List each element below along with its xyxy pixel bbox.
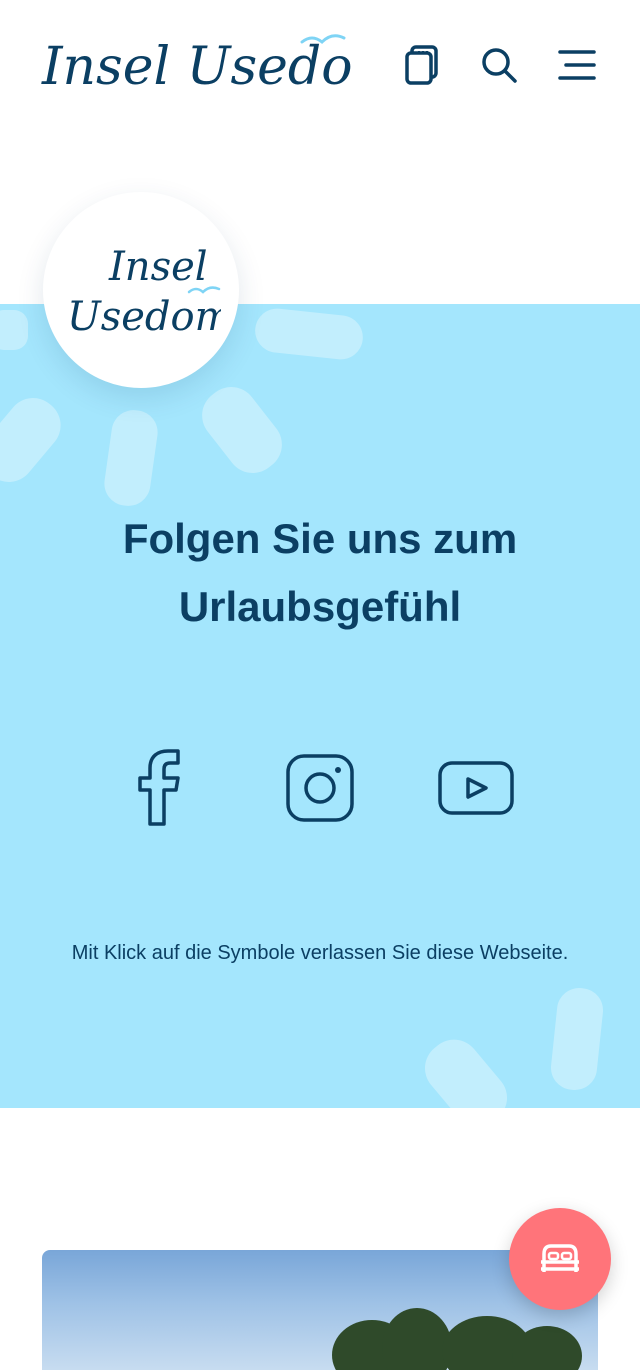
facebook-icon: [138, 749, 180, 826]
search-button[interactable]: [474, 40, 524, 90]
social-section: [0, 304, 640, 1108]
sun-ray-decoration: [0, 310, 28, 350]
instagram-icon: [286, 754, 354, 822]
accommodation-button[interactable]: [509, 1208, 611, 1310]
sun-ray-decoration: [101, 407, 161, 509]
social-heading: Folgen Sie uns zum Urlaubsgefühl: [60, 505, 580, 641]
instagram-link[interactable]: [270, 740, 370, 836]
badge-logo: Insel Usedom: [67, 244, 221, 340]
social-heading-line1: Folgen Sie uns zum: [122, 515, 518, 562]
menu-icon: [558, 50, 596, 80]
social-heading-line2: Urlaubsgefühl: [178, 583, 462, 630]
sun-ray-decoration: [252, 306, 366, 362]
sun-ray-decoration: [0, 387, 72, 493]
site-logo-text: Insel Usedom: [41, 37, 352, 97]
menu-button[interactable]: [550, 40, 600, 90]
youtube-link[interactable]: [426, 740, 526, 836]
sun-ray-decoration: [414, 1028, 518, 1108]
external-link-note: Mit Klick auf die Symbole verlassen Sie …: [71, 942, 569, 964]
bed-icon: [541, 1244, 579, 1272]
logo-badge: Insel Usedom: [43, 192, 239, 388]
badge-logo-line2: Usedom: [67, 294, 221, 340]
badge-logo-line1: Insel: [108, 244, 208, 290]
site-header: Insel Usedom: [0, 0, 640, 130]
search-icon: [482, 48, 517, 83]
brochure-button[interactable]: [397, 40, 447, 90]
youtube-icon: [438, 761, 514, 815]
sun-ray-decoration: [548, 985, 606, 1093]
facebook-link[interactable]: [111, 740, 211, 836]
sun-ray-decoration: [191, 376, 293, 484]
site-logo[interactable]: Insel Usedom: [40, 22, 402, 104]
brochure-icon: [405, 45, 438, 85]
